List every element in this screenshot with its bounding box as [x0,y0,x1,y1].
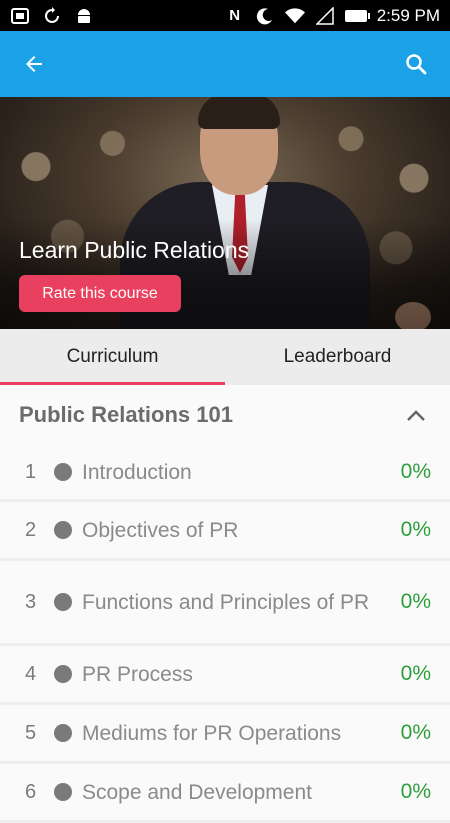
hero-gradient [0,219,450,329]
chevron-up-icon [407,410,425,421]
lesson-progress: 0% [400,780,431,803]
tab-curriculum[interactable]: Curriculum [0,329,225,385]
android-icon [74,7,94,25]
status-left [10,6,94,25]
timeline-dot [54,521,72,539]
collapse-button[interactable] [401,400,431,430]
wifi-icon [284,7,305,25]
back-arrow-icon [26,56,42,72]
timeline-dot [54,665,72,683]
lesson-title: Scope and Development [82,780,312,804]
course-title: Learn Public Relations [19,237,250,263]
search-button[interactable] [396,44,436,84]
status-bar: N 2:59 PM [0,0,450,31]
lesson-number: 3 [25,590,37,613]
moon-icon [255,7,275,25]
lesson-number: 2 [25,518,37,541]
lesson-number: 4 [25,662,37,685]
lesson-list: 1 Introduction 0% 2 Objectives of PR 0% … [0,445,450,823]
tab-bar: Curriculum Leaderboard [0,329,450,385]
lesson-title: Introduction [82,460,192,484]
status-right: N 2:59 PM [225,6,440,26]
section-header[interactable]: Public Relations 101 [0,385,450,445]
status-time: 2:59 PM [376,5,440,25]
back-button[interactable] [14,44,54,84]
lesson-row[interactable]: 5 Mediums for PR Operations 0% [0,705,450,764]
course-hero: Learn Public Relations Rate this course [0,97,450,329]
timeline-dot [54,724,72,742]
speaker-hair [198,97,280,129]
signal-icon [315,6,335,25]
timeline-dot [54,593,72,611]
app-bar [0,31,450,97]
battery-icon [344,9,370,22]
tab-leaderboard[interactable]: Leaderboard [225,329,450,385]
timeline-dot [54,463,72,481]
sync-icon [42,6,62,25]
lesson-title: Functions and Principles of PR [82,590,370,614]
lesson-number: 5 [25,721,37,744]
lesson-progress: 0% [400,590,431,613]
lesson-row[interactable]: 6 Scope and Development 0% [0,764,450,823]
lesson-progress: 0% [400,518,431,541]
nfc-icon: N [229,7,241,24]
lesson-row[interactable]: 4 PR Process 0% [0,646,450,705]
search-icon [406,54,427,75]
lesson-title: PR Process [82,662,193,686]
lesson-row[interactable]: 2 Objectives of PR 0% [0,502,450,561]
lesson-title: Objectives of PR [82,518,239,542]
screenshot-icon [10,7,30,25]
lesson-progress: 0% [400,721,431,744]
rate-course-button[interactable]: Rate this course [19,275,181,312]
lesson-progress: 0% [400,662,431,685]
timeline-dot [54,783,72,801]
lesson-progress: 0% [400,460,431,483]
section-title: Public Relations 101 [19,402,233,427]
lesson-row[interactable]: 1 Introduction 0% [0,445,450,502]
lesson-row[interactable]: 3 Functions and Principles of PR 0% [0,561,450,646]
lesson-title: Mediums for PR Operations [82,721,342,745]
lesson-number: 1 [25,460,37,483]
lesson-number: 6 [25,780,37,803]
